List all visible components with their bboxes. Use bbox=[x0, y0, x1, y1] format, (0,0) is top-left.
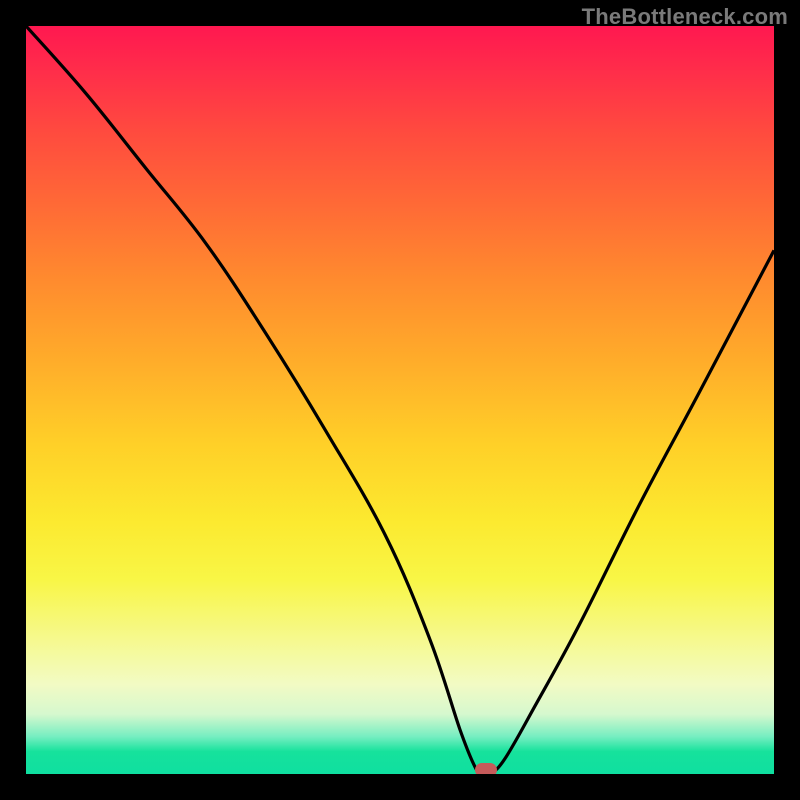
bottleneck-curve bbox=[26, 26, 774, 774]
optimal-point-marker bbox=[475, 763, 497, 774]
plot-area bbox=[26, 26, 774, 774]
curve-path bbox=[26, 26, 774, 774]
chart-frame: TheBottleneck.com bbox=[0, 0, 800, 800]
watermark-text: TheBottleneck.com bbox=[582, 4, 788, 30]
